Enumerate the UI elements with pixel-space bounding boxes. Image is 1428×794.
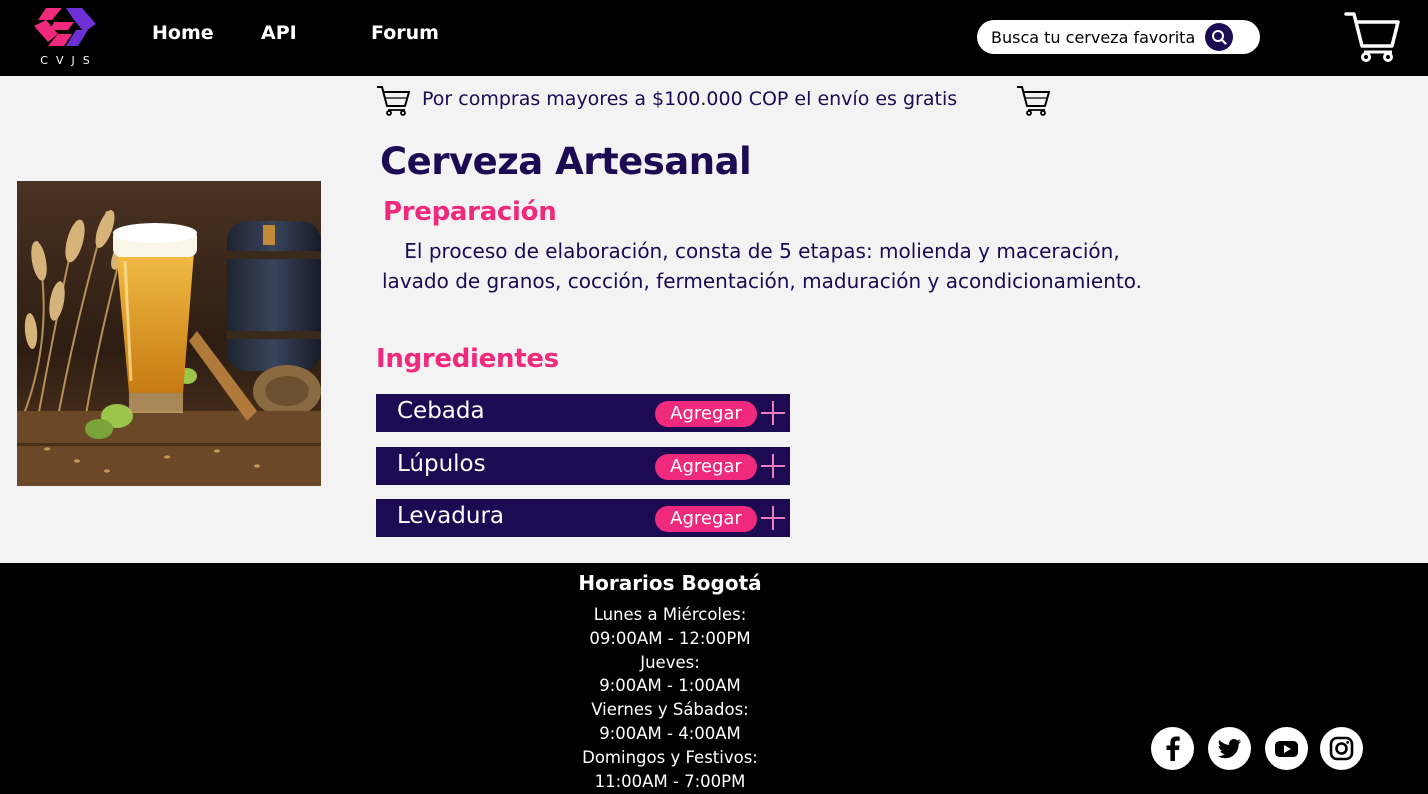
ingredient-name: Levadura (397, 503, 504, 529)
twitter-icon (1217, 739, 1242, 759)
ingredient-row-lupulos: Lúpulos Agregar (376, 447, 790, 485)
schedule-line: Viernes y Sábados: (591, 700, 749, 720)
nav-api[interactable]: API (261, 22, 297, 44)
ingredient-row-cebada: Cebada Agregar (376, 394, 790, 432)
footer: Horarios Bogotá Lunes a Miércoles: 09:00… (0, 563, 1428, 794)
cart-icon (1344, 12, 1400, 62)
brand-logo[interactable]: CVJS (26, 4, 104, 70)
search-bar (977, 20, 1260, 54)
search-button[interactable] (1205, 23, 1233, 51)
cart-icon (377, 86, 410, 116)
cart-icon (1017, 86, 1050, 116)
youtube-icon (1275, 741, 1298, 757)
schedule-line: 9:00AM - 1:00AM (599, 676, 741, 696)
schedule-line: Jueves: (640, 652, 700, 672)
logo-mark-icon (34, 8, 96, 46)
instagram-icon (1329, 736, 1354, 761)
cart-button[interactable] (1344, 10, 1400, 62)
facebook-link[interactable] (1151, 727, 1194, 770)
plus-icon[interactable] (759, 399, 787, 427)
search-icon (1212, 30, 1227, 45)
product-title: Cerveza Artesanal (380, 140, 752, 183)
schedule-line: 09:00AM - 12:00PM (589, 628, 751, 648)
add-ingredient-button[interactable]: Agregar (655, 401, 757, 427)
preparation-description: El proceso de elaboración, consta de 5 e… (382, 239, 1142, 293)
footer-title: Horarios Bogotá (578, 571, 762, 595)
ingredients-heading: Ingredientes (376, 344, 559, 374)
nav-home[interactable]: Home (152, 22, 214, 44)
ingredient-name: Cebada (397, 398, 485, 424)
preparation-heading: Preparación (383, 197, 557, 227)
instagram-link[interactable] (1320, 727, 1363, 770)
ingredient-name: Lúpulos (397, 451, 486, 477)
twitter-link[interactable] (1208, 727, 1251, 770)
promo-text: Por compras mayores a $100.000 COP el en… (422, 88, 958, 110)
plus-icon[interactable] (759, 452, 787, 480)
add-ingredient-button[interactable]: Agregar (655, 454, 757, 480)
top-navbar: CVJS Home API Forum (0, 0, 1428, 76)
plus-icon[interactable] (759, 504, 787, 532)
search-input[interactable] (991, 20, 1221, 54)
product-image (17, 181, 321, 486)
schedule-line: Lunes a Miércoles: (593, 605, 747, 624)
logo-text: CVJS (40, 54, 98, 67)
schedule-line: 9:00AM - 4:00AM (599, 723, 741, 743)
schedule: Lunes a Miércoles: 09:00AM - 12:00PM Jue… (0, 603, 1340, 793)
youtube-link[interactable] (1265, 727, 1308, 770)
schedule-line: 11:00AM - 7:00PM (594, 771, 746, 791)
ingredient-row-levadura: Levadura Agregar (376, 499, 790, 537)
nav-forum[interactable]: Forum (371, 22, 439, 44)
add-ingredient-button[interactable]: Agregar (655, 506, 757, 532)
facebook-icon (1166, 736, 1180, 761)
schedule-line: Domingos y Festivos: (582, 747, 758, 767)
shipping-promo-banner: Por compras mayores a $100.000 COP el en… (376, 82, 1056, 116)
